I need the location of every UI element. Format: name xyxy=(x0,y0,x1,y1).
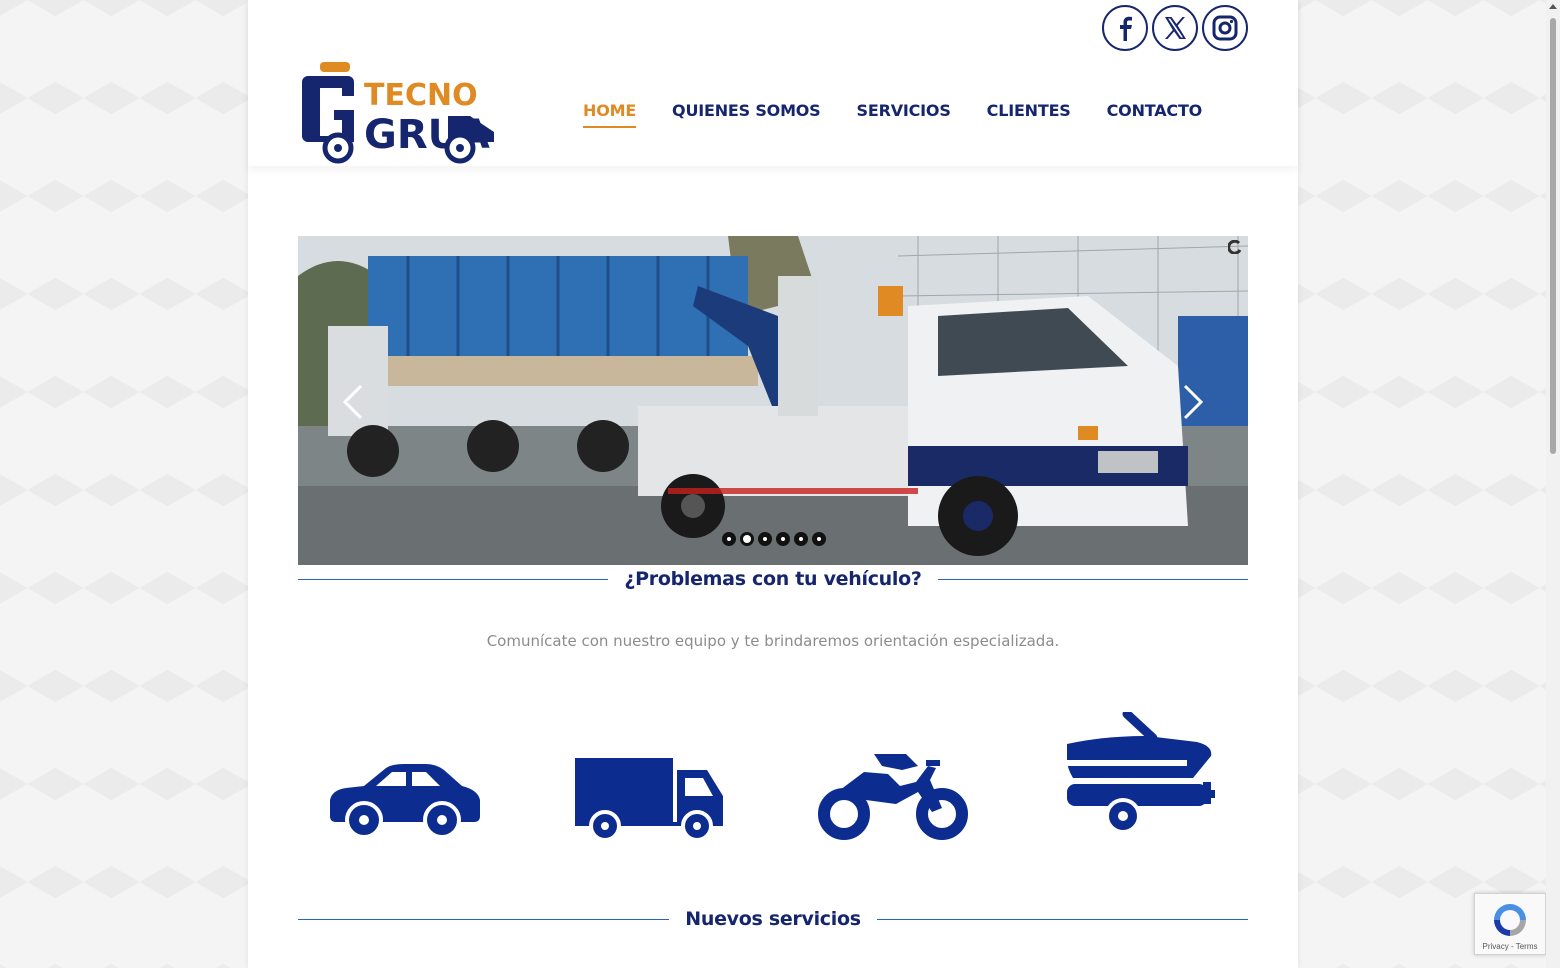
boat-trailer-icon[interactable] xyxy=(1063,712,1217,842)
social-links xyxy=(1102,5,1248,51)
vehicle-types xyxy=(298,700,1248,850)
x-link[interactable] xyxy=(1152,5,1198,51)
nav-quienes-somos[interactable]: QUIENES SOMOS xyxy=(672,101,821,128)
slider-dot[interactable] xyxy=(758,532,772,546)
slider-prev-button[interactable] xyxy=(338,384,368,420)
instagram-icon xyxy=(1212,15,1238,41)
loading-spinner-icon xyxy=(1228,240,1242,254)
page-container: TECNO GRUA HOME QUIENES SOMOS SERVICIOS … xyxy=(248,0,1298,968)
divider-line xyxy=(876,918,1249,920)
main-nav: HOME QUIENES SOMOS SERVICIOS CLIENTES CO… xyxy=(583,101,1202,128)
divider-line xyxy=(937,578,1248,580)
nav-home[interactable]: HOME xyxy=(583,101,636,128)
scrollbar-thumb[interactable] xyxy=(1550,18,1556,454)
slider-dot[interactable] xyxy=(776,532,790,546)
truck-icon[interactable] xyxy=(573,756,727,842)
motorcycle-icon[interactable] xyxy=(818,752,972,842)
tecnogrua-logo[interactable]: TECNO GRUA xyxy=(298,60,498,164)
slide-image xyxy=(298,236,1248,565)
slider-dot[interactable] xyxy=(812,532,826,546)
facebook-icon xyxy=(1120,16,1132,41)
recaptcha-terms[interactable]: Privacy - Terms xyxy=(1483,942,1538,951)
x-icon xyxy=(1165,17,1186,39)
nav-contacto[interactable]: CONTACTO xyxy=(1107,101,1203,128)
section-title-problemas: ¿Problemas con tu vehículo? xyxy=(624,568,922,590)
hero-slider[interactable] xyxy=(298,236,1248,565)
chevron-right-icon xyxy=(1183,384,1204,420)
car-icon[interactable] xyxy=(328,760,482,840)
section-title-nuevos-servicios: Nuevos servicios xyxy=(685,908,861,930)
scroll-up-arrow[interactable] xyxy=(1549,4,1557,9)
slider-dot[interactable] xyxy=(794,532,808,546)
slider-dot[interactable] xyxy=(740,532,754,546)
logo-tecno: TECNO xyxy=(364,78,478,113)
page-scrollbar[interactable] xyxy=(1546,0,1560,968)
nav-servicios[interactable]: SERVICIOS xyxy=(857,101,951,128)
nav-clientes[interactable]: CLIENTES xyxy=(987,101,1071,128)
facebook-link[interactable] xyxy=(1102,5,1148,51)
recaptcha-badge[interactable]: Privacy - Terms xyxy=(1474,893,1546,955)
slider-pagination xyxy=(722,532,826,546)
instagram-link[interactable] xyxy=(1202,5,1248,51)
section-subtitle: Comunícate con nuestro equipo y te brind… xyxy=(486,632,1060,650)
site-header: TECNO GRUA HOME QUIENES SOMOS SERVICIOS … xyxy=(248,0,1298,166)
slider-next-button[interactable] xyxy=(1178,384,1208,420)
divider-line xyxy=(298,918,670,920)
chevron-left-icon xyxy=(342,384,363,420)
slider-dot[interactable] xyxy=(722,532,736,546)
section-nuevos-servicios: Nuevos servicios xyxy=(298,908,1249,930)
section-problemas: ¿Problemas con tu vehículo? xyxy=(298,568,1248,590)
recaptcha-icon xyxy=(1494,904,1526,936)
divider-line xyxy=(298,578,609,580)
